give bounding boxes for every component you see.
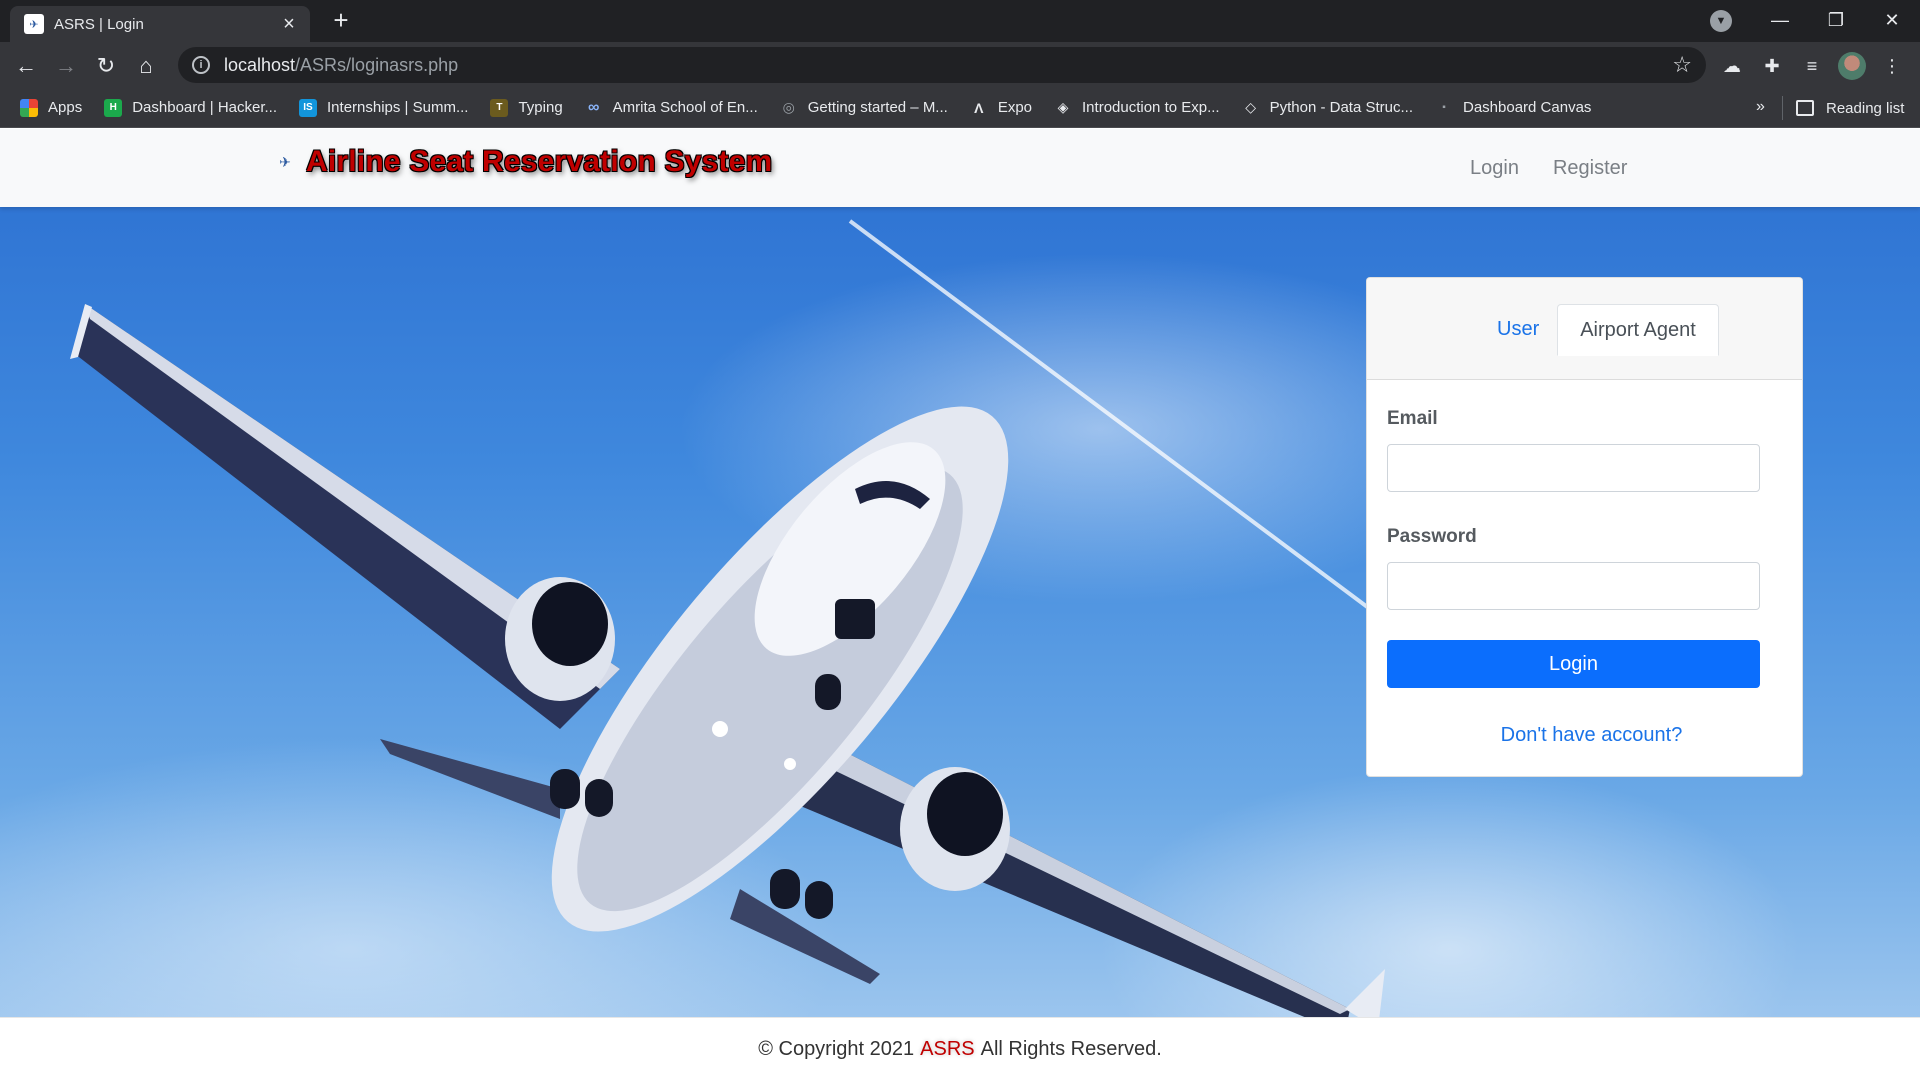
- profile-avatar[interactable]: [1838, 52, 1866, 80]
- reading-list-icon: [1796, 100, 1814, 116]
- extensions-puzzle-icon[interactable]: ✚: [1758, 52, 1786, 80]
- internshala-icon: IS: [299, 98, 318, 117]
- site-navbar: ✈ Airline Seat Reservation System Login …: [0, 129, 1920, 207]
- browser-toolbar: ← → ↻ ⌂ i localhost /ASRs/loginasrs.php …: [0, 42, 1920, 88]
- tab-search-icon[interactable]: ▼: [1710, 10, 1732, 32]
- bookmark-label: Internships | Summ...: [327, 99, 469, 116]
- bookmarks-bar: Apps H Dashboard | Hacker... IS Internsh…: [0, 88, 1920, 128]
- reload-icon[interactable]: ↻: [88, 48, 124, 84]
- bookmark-getting-started[interactable]: ◎ Getting started – M...: [780, 99, 948, 117]
- bookmark-label: Expo: [997, 99, 1033, 116]
- bookmarks-divider: [1782, 96, 1783, 120]
- window-controls: — ❐ ✕: [1752, 0, 1920, 40]
- login-tabs: User Airport Agent: [1367, 278, 1802, 380]
- reading-list-label: Reading list: [1826, 99, 1905, 117]
- bookmark-label: Dashboard | Hacker...: [132, 99, 278, 116]
- login-button[interactable]: Login: [1387, 640, 1760, 688]
- nav-register-link[interactable]: Register: [1553, 157, 1627, 180]
- incognito-extension-icon[interactable]: ☁: [1718, 52, 1746, 80]
- bookmark-introduction[interactable]: ◈ Introduction to Exp...: [1054, 99, 1220, 117]
- extensions-area: ☁ ✚ ≡ ⋮: [1718, 48, 1906, 84]
- reading-list-button[interactable]: Reading list: [1796, 88, 1904, 128]
- bookmark-label: Apps: [48, 99, 83, 116]
- login-form: Email Password Login Don't have account?: [1367, 380, 1802, 747]
- more-bookmarks-chevron-icon[interactable]: »: [1756, 98, 1765, 116]
- bookmark-apps[interactable]: Apps: [20, 98, 83, 117]
- nav-login-link[interactable]: Login: [1470, 157, 1519, 180]
- site-favicon-icon: ✈: [24, 14, 44, 34]
- canvas-icon: ▪: [1442, 102, 1446, 113]
- site-brand[interactable]: ✈ Airline Seat Reservation System: [270, 145, 772, 179]
- typing-icon: T: [490, 98, 509, 117]
- address-bar[interactable]: i localhost /ASRs/loginasrs.php ☆: [178, 47, 1706, 83]
- minimize-icon[interactable]: —: [1752, 0, 1808, 40]
- new-tab-button[interactable]: +: [326, 6, 356, 36]
- tab-title: ASRS | Login: [54, 15, 144, 33]
- tab-user[interactable]: User: [1481, 304, 1555, 354]
- browser-tabstrip: ✈ ASRS | Login × + ▼ — ❐ ✕: [0, 0, 1920, 42]
- password-label: Password: [1387, 526, 1477, 547]
- restore-icon[interactable]: ❐: [1808, 0, 1864, 40]
- bookmark-internshala[interactable]: IS Internships | Summ...: [299, 98, 469, 117]
- infinity-icon: ∞: [587, 98, 600, 116]
- bookmark-expo[interactable]: Λ Expo: [970, 99, 1032, 117]
- footer-brand: ASRS: [920, 1037, 975, 1060]
- bookmark-label: Python - Data Struc...: [1269, 99, 1413, 116]
- nav-links: Login Register: [1470, 129, 1627, 207]
- close-window-icon[interactable]: ✕: [1864, 0, 1920, 40]
- bookmark-hackerrank[interactable]: H Dashboard | Hacker...: [104, 98, 278, 117]
- bookmark-star-icon[interactable]: ☆: [1672, 52, 1692, 78]
- python-icon: ◇: [1245, 99, 1256, 115]
- hackerrank-icon: H: [104, 98, 123, 117]
- browser-tab-active[interactable]: ✈ ASRS | Login ×: [10, 6, 310, 42]
- bookmark-typing[interactable]: T Typing: [490, 98, 563, 117]
- bookmark-amrita[interactable]: ∞ Amrita School of En...: [585, 99, 758, 117]
- rights-text: All Rights Reserved.: [980, 1037, 1162, 1060]
- email-label: Email: [1387, 408, 1438, 429]
- apps-grid-icon: [20, 98, 38, 117]
- site-info-icon[interactable]: i: [192, 56, 210, 74]
- bookmark-label: Amrita School of En...: [612, 99, 758, 116]
- globe-icon: ◎: [782, 99, 795, 115]
- url-path: /ASRs/loginasrs.php: [295, 54, 459, 75]
- site-footer: © Copyright 2021 ASRS All Rights Reserve…: [0, 1017, 1920, 1080]
- password-field[interactable]: [1387, 562, 1760, 610]
- back-arrow-icon[interactable]: ←: [8, 48, 44, 84]
- url-host: localhost: [224, 54, 296, 75]
- bookmark-python[interactable]: ◇ Python - Data Struc...: [1242, 99, 1413, 117]
- copyright-text: © Copyright 2021: [758, 1037, 915, 1060]
- close-tab-icon[interactable]: ×: [278, 13, 300, 36]
- brand-title: Airline Seat Reservation System: [306, 145, 773, 178]
- expo-icon: Λ: [974, 99, 984, 116]
- media-queue-icon[interactable]: ≡: [1798, 52, 1826, 80]
- signup-link[interactable]: Don't have account?: [1387, 724, 1782, 747]
- page-viewport: ✈ Airline Seat Reservation System Login …: [0, 129, 1920, 1080]
- airplane-logo-icon: ✈: [279, 153, 291, 170]
- course-icon: ◈: [1057, 99, 1069, 115]
- bookmark-label: Introduction to Exp...: [1082, 99, 1220, 116]
- home-icon[interactable]: ⌂: [128, 48, 164, 84]
- tab-airport-agent[interactable]: Airport Agent: [1557, 304, 1719, 356]
- bookmark-label: Typing: [518, 99, 563, 116]
- bookmark-canvas[interactable]: ▪ Dashboard Canvas: [1435, 99, 1591, 117]
- login-card: User Airport Agent Email Password Login …: [1366, 277, 1803, 777]
- email-field[interactable]: [1387, 444, 1760, 492]
- menu-kebab-icon[interactable]: ⋮: [1878, 52, 1906, 80]
- forward-arrow-icon[interactable]: →: [48, 48, 84, 84]
- bookmark-label: Getting started – M...: [807, 99, 948, 116]
- bookmark-label: Dashboard Canvas: [1463, 99, 1592, 116]
